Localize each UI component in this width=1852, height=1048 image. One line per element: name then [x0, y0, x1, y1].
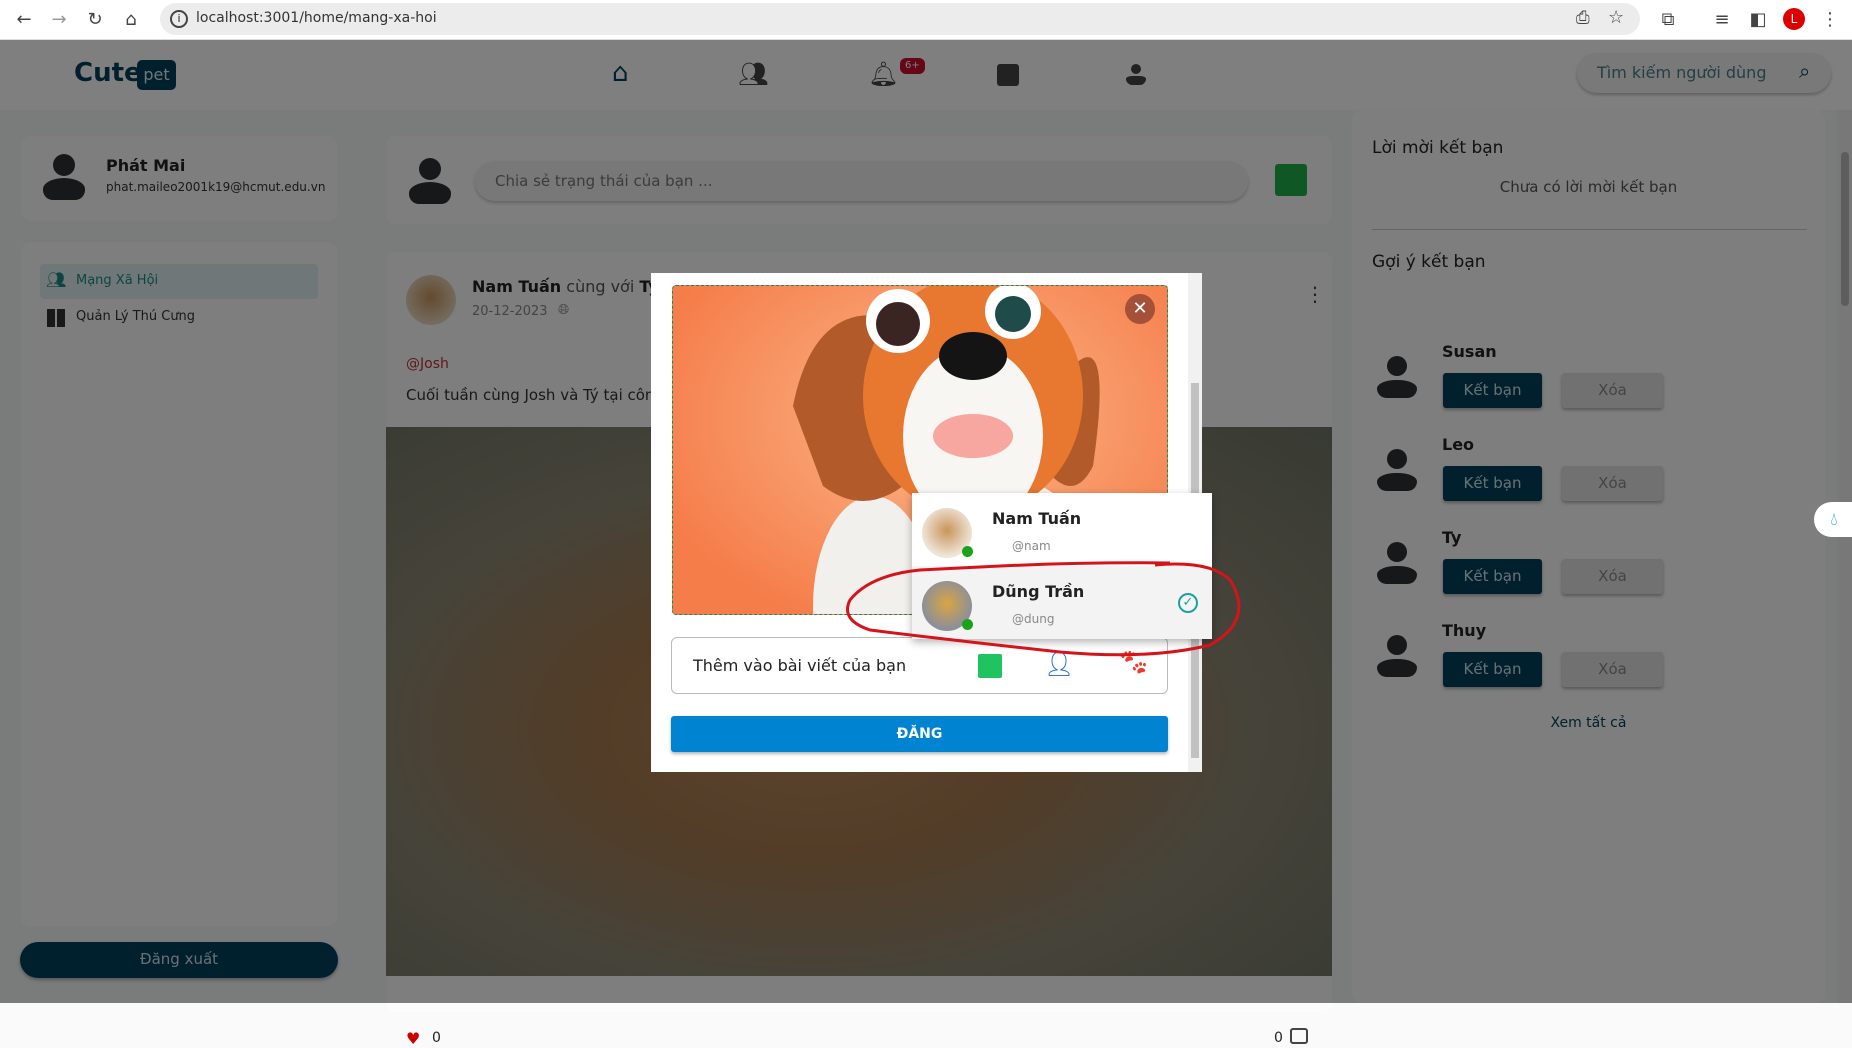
- tag-friends-dropdown: Nam Tuấn @nam Dũng Trần @dung ✓: [912, 493, 1212, 639]
- forward-icon[interactable]: →: [47, 8, 71, 32]
- address-bar[interactable]: i localhost:3001/home/mang-xa-hoi ⎙ ☆: [160, 3, 1640, 35]
- paw-icon[interactable]: 🐾︎: [1117, 648, 1150, 678]
- sidepanel-icon[interactable]: ◧: [1746, 8, 1770, 32]
- tag-option-handle: @nam: [1012, 539, 1051, 553]
- tag-friend-icon[interactable]: 👤︎: [1044, 650, 1074, 678]
- extensions-icon[interactable]: ⧉: [1656, 8, 1680, 32]
- reload-icon[interactable]: ↻: [83, 8, 107, 32]
- bookmark-star-icon[interactable]: ☆: [1608, 7, 1624, 28]
- comment-count: 0: [1274, 1030, 1283, 1046]
- check-icon: ✓: [1178, 593, 1198, 613]
- comment-icon[interactable]: [1290, 1028, 1308, 1044]
- droplet-extension-icon[interactable]: 💧︎: [1814, 502, 1852, 537]
- back-icon[interactable]: ←: [12, 8, 36, 32]
- tag-option-name: Dũng Trần: [992, 582, 1085, 601]
- add-to-post-box: Thêm vào bài viết của bạn 👤︎ 🐾︎: [671, 637, 1168, 694]
- add-photo-icon[interactable]: [978, 654, 1002, 678]
- install-icon[interactable]: ⎙: [1576, 8, 1590, 28]
- add-to-post-label: Thêm vào bài viết của bạn: [693, 656, 907, 675]
- tag-option-handle: @dung: [1012, 612, 1055, 626]
- browser-toolbar: ← → ↻ ⌂ i localhost:3001/home/mang-xa-ho…: [0, 0, 1852, 40]
- home-browser-icon[interactable]: ⌂: [119, 8, 143, 32]
- online-indicator: [962, 546, 973, 557]
- media-icon[interactable]: ≡: [1710, 8, 1734, 32]
- tag-option[interactable]: Dũng Trần @dung ✓: [912, 566, 1212, 639]
- tag-option-name: Nam Tuấn: [992, 509, 1082, 528]
- info-icon[interactable]: i: [170, 10, 188, 28]
- online-indicator: [962, 619, 973, 630]
- like-count: 0: [432, 1030, 441, 1046]
- post-submit-button[interactable]: ĐĂNG: [671, 716, 1168, 752]
- remove-image-button[interactable]: ✕: [1125, 294, 1155, 324]
- menu-icon[interactable]: ⋮: [1818, 8, 1842, 32]
- profile-avatar[interactable]: L: [1783, 8, 1805, 30]
- heart-icon[interactable]: ♥: [406, 1029, 420, 1048]
- tag-option[interactable]: Nam Tuấn @nam: [912, 493, 1212, 566]
- url-text: localhost:3001/home/mang-xa-hoi: [196, 10, 437, 26]
